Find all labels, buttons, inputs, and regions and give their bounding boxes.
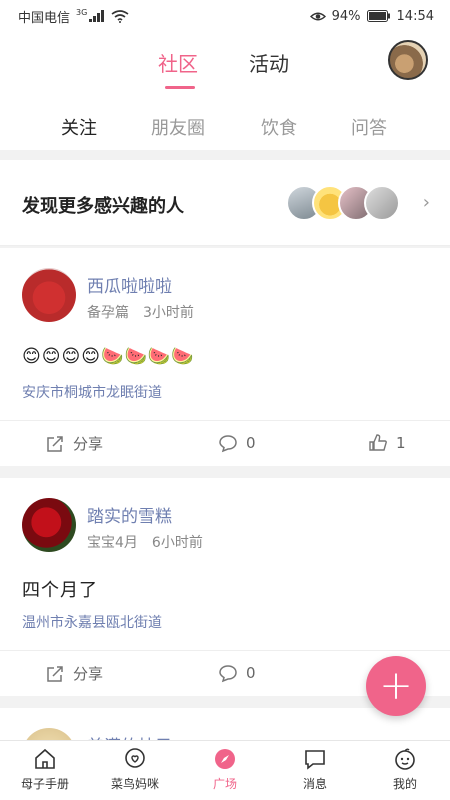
like-button[interactable]: 1 — [368, 433, 406, 453]
nav-mommy[interactable]: 菜鸟妈咪 — [90, 747, 180, 792]
thumbs-up-icon — [369, 434, 387, 451]
message-icon — [305, 750, 325, 770]
share-label: 分享 — [73, 665, 104, 683]
bottom-nav: 母子手册 菜鸟妈咪 广场 消息 我的 — [0, 740, 450, 800]
post-stage: 宝宝4月 — [87, 535, 138, 551]
user-avatar[interactable] — [388, 40, 428, 80]
heart-chat-icon — [125, 748, 145, 768]
post-actions: 分享 0 1 — [0, 420, 450, 466]
subtab-qa[interactable]: 问答 — [351, 114, 387, 140]
post-content: 四个月了 — [22, 580, 98, 601]
comment-button[interactable]: 0 — [218, 433, 256, 453]
post-author-avatar[interactable] — [22, 498, 76, 552]
share-icon — [47, 665, 63, 682]
subtab-diet[interactable]: 饮食 — [261, 114, 297, 140]
signal-icon — [89, 10, 105, 22]
post-location[interactable]: 温州市永嘉县瓯北街道 — [22, 612, 162, 632]
add-post-button[interactable]: + — [366, 656, 426, 716]
nav-square[interactable]: 广场 — [180, 747, 270, 792]
post-meta: 宝宝4月 6小时前 — [87, 532, 203, 552]
comment-icon — [219, 435, 237, 453]
nav-label: 消息 — [302, 777, 327, 791]
discover-row[interactable]: 发现更多感兴趣的人 › — [0, 160, 450, 246]
carrier-label: 中国电信 — [18, 10, 71, 26]
comment-icon — [219, 665, 237, 683]
nav-label: 广场 — [212, 777, 237, 791]
plus-icon: + — [379, 663, 413, 709]
eye-icon — [309, 12, 326, 20]
battery-percent: 94% — [331, 8, 361, 24]
network-label: 3G — [76, 7, 88, 17]
subtab-friends[interactable]: 朋友圈 — [151, 114, 205, 140]
post-author-name[interactable]: 西瓜啦啦啦 — [87, 272, 172, 297]
tab-activity[interactable]: 活动 — [249, 48, 289, 77]
nav-handbook[interactable]: 母子手册 — [0, 747, 90, 792]
nav-me[interactable]: 我的 — [360, 747, 450, 792]
chevron-right-icon: › — [422, 192, 430, 213]
nav-label: 母子手册 — [20, 777, 69, 791]
comment-button[interactable]: 0 — [218, 663, 256, 683]
comment-count: 0 — [246, 434, 256, 452]
post-author-avatar[interactable] — [22, 268, 76, 322]
discover-title: 发现更多感兴趣的人 — [22, 196, 184, 217]
sub-tabs: 关注 朋友圈 饮食 问答 — [0, 92, 450, 150]
share-button[interactable]: 分享 — [45, 433, 103, 454]
post-time: 6小时前 — [151, 535, 203, 551]
post-author-name[interactable]: 踏实的雪糕 — [87, 502, 172, 527]
status-bar: 中国电信 3G 94% 14:54 — [0, 0, 450, 32]
share-button[interactable]: 分享 — [45, 663, 103, 684]
like-count: 1 — [396, 434, 406, 452]
post-author-name[interactable]: 美满的柚子 — [87, 732, 172, 740]
wifi-icon — [111, 9, 129, 23]
nav-label: 我的 — [392, 777, 417, 791]
post-meta: 备孕篇 3小时前 — [87, 302, 194, 322]
post-content: 😊😊😊😊🍉🍉🍉🍉 — [22, 346, 195, 367]
avatar — [364, 185, 400, 221]
post-stage: 备孕篇 — [87, 305, 129, 321]
subtab-following[interactable]: 关注 — [61, 114, 97, 140]
compass-icon — [215, 749, 235, 769]
clock: 14:54 — [396, 8, 434, 24]
nav-messages[interactable]: 消息 — [270, 747, 360, 792]
post-author-avatar[interactable] — [22, 728, 76, 740]
header: 社区 活动 — [0, 32, 450, 92]
battery-icon — [366, 10, 390, 22]
share-label: 分享 — [73, 435, 104, 453]
nav-label: 菜鸟妈咪 — [110, 777, 159, 791]
post-location[interactable]: 安庆市桐城市龙眠街道 — [22, 382, 162, 402]
tab-community[interactable]: 社区 — [158, 48, 198, 77]
post-time: 3小时前 — [143, 305, 194, 321]
share-icon — [47, 435, 63, 452]
home-icon — [35, 748, 55, 769]
post-card[interactable]: 西瓜啦啦啦 备孕篇 3小时前 😊😊😊😊🍉🍉🍉🍉 安庆市桐城市龙眠街道 分享 0 1 — [0, 248, 450, 466]
active-tab-indicator — [165, 86, 195, 89]
face-icon — [395, 748, 415, 770]
comment-count: 0 — [246, 664, 256, 682]
